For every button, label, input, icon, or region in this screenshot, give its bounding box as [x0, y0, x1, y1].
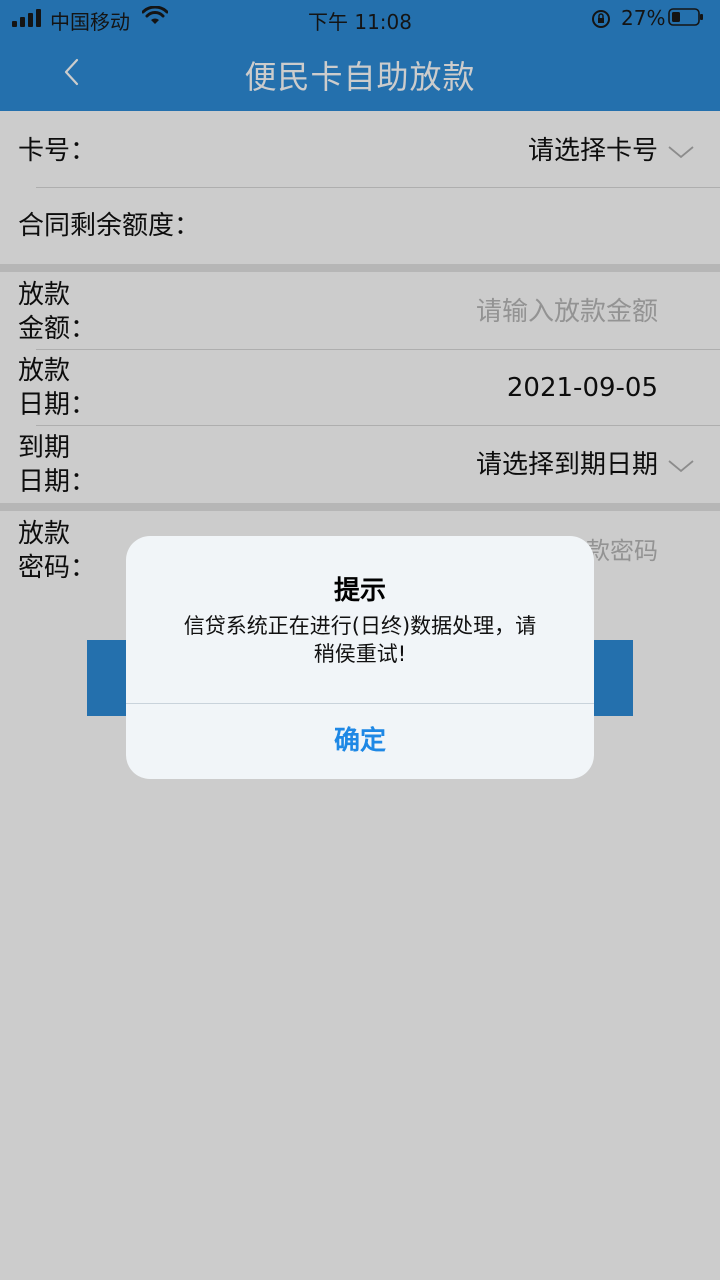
alert-dialog: 提示 信贷系统正在进行(日终)数据处理，请 稍侯重试! 确定 [126, 536, 594, 779]
alert-message: 信贷系统正在进行(日终)数据处理，请 稍侯重试! [146, 612, 574, 668]
alert-title: 提示 [333, 576, 386, 606]
alert-message-line-1: 信贷系统正在进行(日终)数据处理，请 [183, 614, 537, 638]
confirm-button[interactable]: 确定 [126, 704, 594, 779]
alert-message-line-2: 稍侯重试! [313, 642, 407, 666]
